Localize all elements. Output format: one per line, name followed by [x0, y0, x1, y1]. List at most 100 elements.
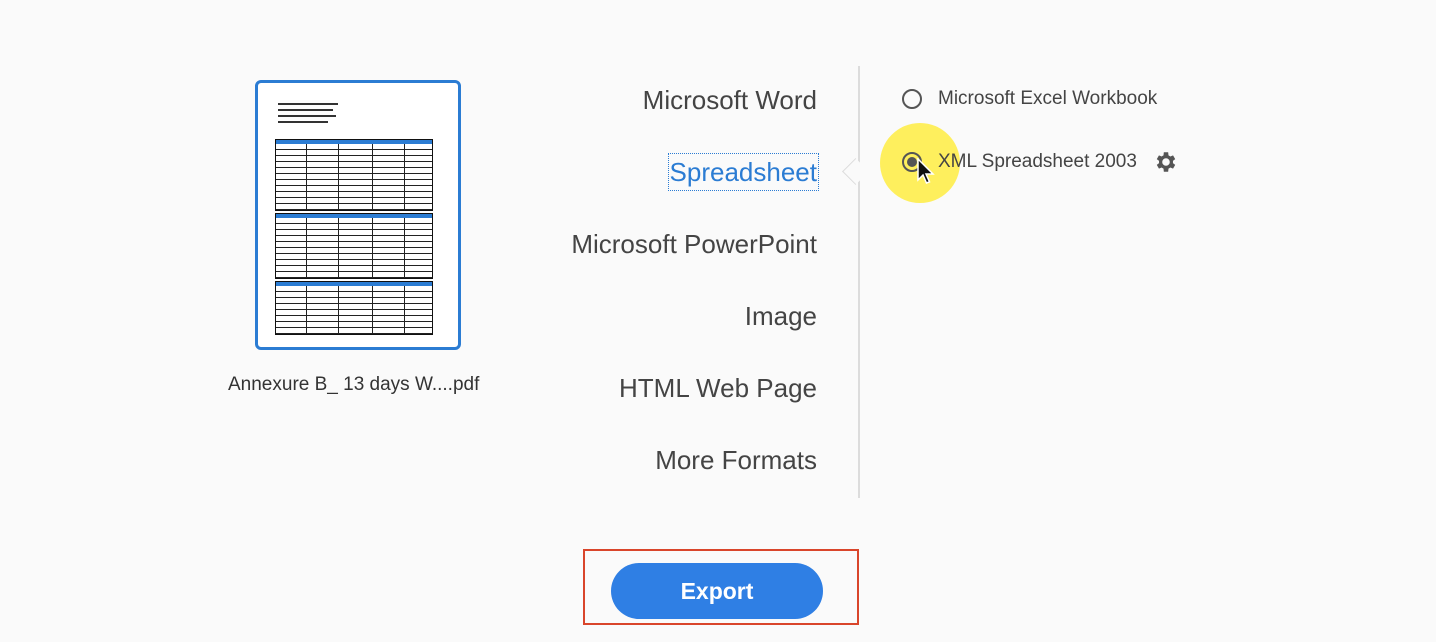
thumbnail-table-col [338, 230, 339, 235]
thumbnail-table-col [372, 292, 373, 297]
thumbnail-table-col [404, 304, 405, 309]
thumbnail-table-col [338, 272, 339, 277]
thumbnail-table-col [338, 266, 339, 271]
export-button[interactable]: Export [611, 563, 823, 619]
thumbnail-table-col [372, 144, 373, 149]
thumbnail-table-col [306, 310, 307, 315]
thumbnail-table-row [276, 328, 432, 334]
thumbnail-table-row [276, 272, 432, 278]
thumbnail-table-col [306, 174, 307, 179]
thumbnail-header-lines [278, 103, 348, 127]
thumbnail-table-col [404, 272, 405, 277]
thumbnail-table-col [306, 248, 307, 253]
thumbnail-table-col [306, 292, 307, 297]
thumbnail-table [275, 281, 433, 335]
format-spreadsheet[interactable]: Spreadsheet [570, 153, 820, 226]
thumbnail-table-col [404, 224, 405, 229]
mouse-pointer-icon [917, 158, 935, 184]
format-microsoft-powerpoint[interactable]: Microsoft PowerPoint [570, 226, 818, 298]
format-more-formats[interactable]: More Formats [570, 442, 818, 514]
thumbnail-table-col [306, 144, 307, 149]
thumbnail-table-col [306, 254, 307, 259]
thumbnail-table [275, 213, 433, 279]
thumbnail-table-col [372, 254, 373, 259]
thumbnail-table-col [372, 230, 373, 235]
radio-excel-workbook[interactable] [902, 89, 922, 109]
thumbnail-table-col [306, 236, 307, 241]
thumbnail-table-col [404, 204, 405, 209]
thumbnail-table-col [306, 180, 307, 185]
thumbnail-table-col [404, 162, 405, 167]
thumbnail-table-col [372, 168, 373, 173]
thumbnail-table-col [404, 316, 405, 321]
thumbnail-table-col [372, 218, 373, 223]
thumbnail-table-col [404, 310, 405, 315]
format-image[interactable]: Image [570, 298, 818, 370]
thumbnail-table-col [372, 198, 373, 203]
thumbnail-table-col [306, 266, 307, 271]
thumbnail-table-col [306, 230, 307, 235]
thumbnail-table-col [404, 156, 405, 161]
thumbnail-table-col [404, 328, 405, 333]
export-pdf-panel: Annexure B_ 13 days W....pdf Microsoft W… [0, 0, 1436, 642]
thumbnail-table-col [306, 156, 307, 161]
thumbnail-table-col [372, 272, 373, 277]
format-microsoft-word[interactable]: Microsoft Word [570, 82, 818, 154]
thumbnail-table-col [404, 144, 405, 149]
thumbnail-table-col [372, 236, 373, 241]
gear-icon[interactable] [1153, 149, 1179, 175]
thumbnail-table-col [404, 150, 405, 155]
thumbnail-table-col [338, 156, 339, 161]
format-list: Microsoft Word Spreadsheet Microsoft Pow… [570, 82, 820, 514]
thumbnail-table-col [404, 168, 405, 173]
selection-pointer [842, 158, 869, 185]
thumbnail-table-col [306, 218, 307, 223]
thumbnail-table-col [404, 186, 405, 191]
thumbnail-table-col [372, 186, 373, 191]
thumbnail-table-col [372, 180, 373, 185]
format-html-web-page[interactable]: HTML Web Page [570, 370, 818, 442]
thumbnail-table-col [306, 242, 307, 247]
thumbnail-table-col [404, 260, 405, 265]
thumbnail-table-col [404, 286, 405, 291]
thumbnail-table-col [338, 242, 339, 247]
thumbnail-table-col [306, 260, 307, 265]
thumbnail-table-col [404, 174, 405, 179]
thumbnail-table-col [372, 310, 373, 315]
pdf-thumbnail[interactable] [255, 80, 461, 350]
thumbnail-table-col [372, 156, 373, 161]
thumbnail-table-col [338, 310, 339, 315]
thumbnail-table-col [404, 254, 405, 259]
thumbnail-table-col [338, 254, 339, 259]
thumbnail-table-col [372, 248, 373, 253]
thumbnail-table-col [404, 230, 405, 235]
thumbnail-table-col [306, 304, 307, 309]
thumbnail-table-col [306, 322, 307, 327]
thumbnail-table-col [338, 198, 339, 203]
thumbnail-table-col [404, 192, 405, 197]
thumbnail-table-col [372, 224, 373, 229]
thumbnail-table-col [306, 224, 307, 229]
thumbnail-table-col [306, 198, 307, 203]
thumbnail-table-col [372, 192, 373, 197]
thumbnail-table-col [306, 186, 307, 191]
thumbnail-table-col [372, 150, 373, 155]
thumbnail-table-col [404, 248, 405, 253]
thumbnail-table-col [404, 236, 405, 241]
thumbnail-table-col [372, 260, 373, 265]
thumbnail-table-col [338, 144, 339, 149]
thumbnail-table-col [338, 192, 339, 197]
option-label: XML Spreadsheet 2003 [938, 151, 1137, 172]
option-excel-workbook[interactable]: Microsoft Excel Workbook [902, 88, 1157, 110]
thumbnail-table-col [372, 304, 373, 309]
thumbnail-table-col [306, 168, 307, 173]
thumbnail-table-col [338, 186, 339, 191]
thumbnail-table-col [404, 180, 405, 185]
panel-divider [858, 66, 860, 498]
thumbnail-table-col [338, 174, 339, 179]
option-label: Microsoft Excel Workbook [938, 88, 1158, 109]
option-xml-spreadsheet[interactable]: XML Spreadsheet 2003 [902, 149, 1179, 175]
thumbnail-table-col [338, 224, 339, 229]
thumbnail-table-col [338, 298, 339, 303]
thumbnail-table-col [338, 204, 339, 209]
